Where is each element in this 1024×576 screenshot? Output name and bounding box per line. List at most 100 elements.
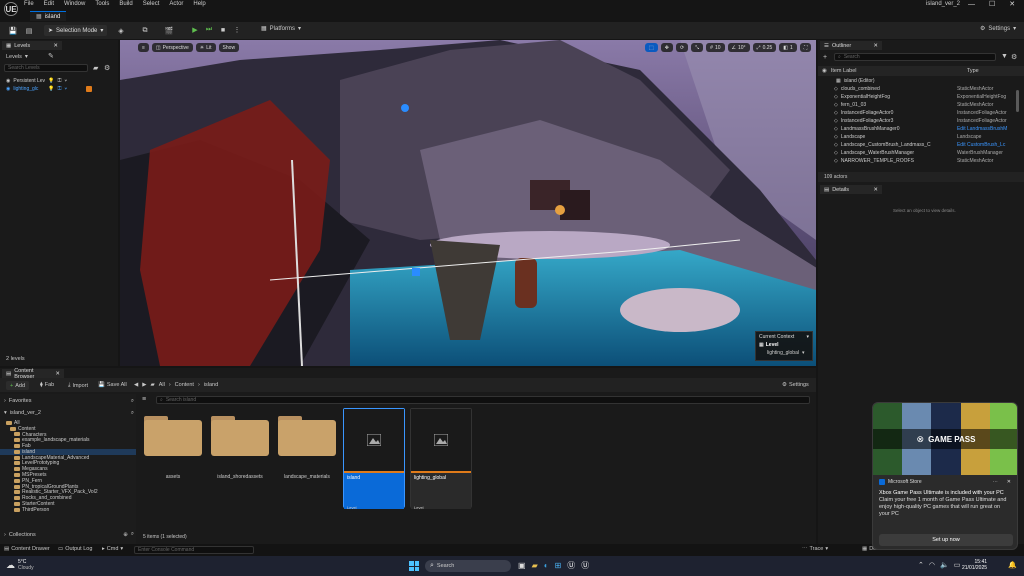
play-icon[interactable]: ▶ (190, 25, 200, 35)
minimize-icon[interactable]: — (968, 1, 975, 8)
outliner-row[interactable]: ◇ Landscape Landscape (818, 133, 1016, 141)
search-icon[interactable]: ⌕ (131, 398, 134, 405)
lock-icon[interactable]: ⚿ (58, 86, 62, 92)
menu-item-window[interactable]: Window (64, 1, 85, 7)
grid-snap-button[interactable]: #10 (706, 43, 725, 52)
taskbar-search[interactable]: ⌕ Search (425, 560, 511, 572)
breadcrumb-island[interactable]: island (204, 382, 218, 388)
scale-tool-icon[interactable]: ⤡ (691, 43, 704, 52)
outliner-row[interactable]: ◇ fern_01_03 StaticMeshActor (818, 101, 1016, 109)
menu-item-build[interactable]: Build (119, 1, 132, 7)
camera-speed-button[interactable]: ◧ 1 (779, 43, 797, 52)
console-input[interactable]: Enter Console Command (134, 546, 254, 554)
level-viewport[interactable] (120, 40, 816, 366)
stop-icon[interactable]: ■ (218, 25, 228, 35)
eye-icon[interactable]: ◉ (822, 68, 827, 74)
close-icon[interactable]: ✕ (55, 371, 60, 377)
rotation-snap-button[interactable]: ∠ 10° (727, 43, 750, 52)
brush-icon[interactable]: ✎ (48, 52, 54, 60)
outliner-row[interactable]: ◇ InstancedFoliageActor3 InstancedFoliageA… (818, 117, 1016, 125)
folder-icon[interactable]: ▰ (93, 64, 98, 72)
trace-button[interactable]: ⋯ Trace ▾ (802, 546, 828, 552)
outliner-scrollbar[interactable] (1016, 90, 1019, 112)
add-icon[interactable]: + (823, 54, 827, 61)
outliner-row[interactable]: ◇ NARROWER_TEMPLE_ROOFS StaticMeshActor (818, 157, 1016, 165)
notification-bell-icon[interactable]: 🔔 (1008, 561, 1017, 569)
item-label-column[interactable]: Item Label (831, 68, 967, 74)
chevron-up-icon[interactable]: ⌃ (918, 561, 924, 569)
eye-icon[interactable]: ◉ (6, 86, 10, 92)
unreal-logo-icon[interactable]: UE (4, 2, 18, 16)
task-view-icon[interactable]: ▣ (518, 561, 526, 570)
store-notification[interactable]: ⊗ GAME PASS Microsoft Store ⋯ ✕ Xbox Gam… (872, 402, 1018, 550)
asset-tile-assets[interactable]: assets (142, 408, 204, 508)
wifi-icon[interactable]: ◠ (929, 561, 935, 569)
menu-item-help[interactable]: Help (193, 1, 205, 7)
lightbulb-icon[interactable]: 💡 (48, 86, 54, 92)
store-icon[interactable]: ⊞ (555, 561, 562, 570)
search-icon[interactable]: ⌕ (131, 410, 134, 417)
settings-button[interactable]: ⚙ Settings ▾ (980, 25, 1016, 33)
unreal-taskbar-icon[interactable]: Ⓤ (567, 560, 575, 571)
save-all-button[interactable]: 💾 Save All (98, 382, 127, 388)
lock-icon[interactable]: ⚿ (58, 78, 62, 84)
favorites-section[interactable]: › Favorites ⌕ (4, 397, 134, 405)
outliner-item-type[interactable]: Edit CustomBrush_Lc (957, 142, 1016, 148)
outliner-row[interactable]: ◇ Landscape_CustomBrush_Landmass_C Edit Cu… (818, 141, 1016, 149)
menu-item-actor[interactable]: Actor (169, 1, 183, 7)
asset-tile-lighting-global[interactable]: lighting_global Level (410, 408, 472, 510)
tab-levels[interactable]: ▦ Levels ✕ (2, 41, 62, 50)
outliner-row[interactable]: ▦ island (Editor) (818, 77, 1016, 85)
gear-icon[interactable]: ⚙ (1011, 53, 1017, 61)
content-icon[interactable]: ▤ (24, 26, 34, 36)
levels-search-input[interactable]: Search Levels (4, 64, 88, 72)
type-column[interactable]: Type (967, 68, 979, 74)
forward-icon[interactable]: ▶ (142, 382, 146, 388)
tab-details[interactable]: ▤ Details ✕ (820, 185, 882, 194)
output-log-button[interactable]: ▭ Output Log (58, 546, 92, 552)
level-row-lighting[interactable]: ◉ lighting_glc 💡 ⚿ ⑂ (0, 84, 118, 93)
more-icon[interactable]: ⋯ (993, 479, 998, 485)
chevron-down-icon[interactable]: ▾ (806, 334, 809, 340)
level-tab[interactable]: ▦ island (30, 11, 67, 21)
hierarchy-icon[interactable]: ⑂ (64, 78, 67, 84)
menu-item-file[interactable]: File (24, 1, 34, 7)
viewport-menu-button[interactable]: ≡ (138, 43, 149, 52)
outliner-row[interactable]: ◇ InstancedFoliageActor0 InstancedFoliageA… (818, 109, 1016, 117)
asset-tile-landscape-materials[interactable]: landscape_materials (276, 408, 338, 508)
cb-settings-button[interactable]: ⚙ Settings (782, 382, 809, 388)
outliner-item-type[interactable]: Edit LandmassBrushM (957, 126, 1016, 132)
close-icon[interactable]: ✕ (873, 43, 878, 49)
gear-icon[interactable]: ⚙ (104, 64, 110, 72)
level-color-swatch[interactable] (86, 85, 93, 92)
levels-dropdown[interactable]: Levels ▾ (6, 53, 28, 61)
play-options-icon[interactable]: ⋮ (232, 25, 242, 35)
outliner-search-input[interactable]: ⌕ Search (834, 53, 996, 61)
breadcrumb-content[interactable]: Content (175, 382, 194, 388)
outliner-row[interactable]: ◇ Landscape_WaterBrushManager WaterBrushMa… (818, 149, 1016, 157)
close-icon[interactable]: ✕ (53, 43, 58, 49)
select-tool-icon[interactable]: ⬚ (645, 43, 658, 52)
context-level-dropdown[interactable]: lighting_global ▾ (759, 350, 809, 356)
fab-button[interactable]: ⧫ Fab (40, 382, 54, 388)
menu-item-tools[interactable]: Tools (95, 1, 109, 7)
tree-folder-thirdperson[interactable]: ThirdPerson (0, 507, 136, 513)
add-button[interactable]: + Add (6, 381, 30, 390)
project-section[interactable]: ▾ island_ver_2 ⌕ (4, 409, 134, 417)
perspective-button[interactable]: ◫ Perspective (151, 43, 193, 52)
filter-icon[interactable]: ▼ (1001, 53, 1008, 60)
cmd-dropdown[interactable]: ▸ Cmd ▾ (102, 546, 123, 552)
breadcrumb-all[interactable]: All (159, 382, 165, 388)
battery-icon[interactable]: ▭ (954, 561, 961, 569)
selection-mode-dropdown[interactable]: ➤ Selection Mode ▾ (44, 25, 108, 36)
maximize-icon[interactable]: ☐ (989, 0, 995, 8)
unreal-editor-taskbar-icon[interactable]: Ⓤ (581, 560, 589, 571)
cinematics-icon[interactable]: 🎬 (164, 26, 174, 36)
translate-tool-icon[interactable]: ✥ (660, 43, 673, 52)
quick-add-icon[interactable]: ◈ (116, 26, 126, 36)
scale-snap-button[interactable]: ⤢ 0.25 (752, 43, 777, 52)
hierarchy-icon[interactable]: ⑂ (64, 86, 67, 92)
clock[interactable]: 15:41 21/01/2025 (962, 559, 987, 571)
filter-icon[interactable]: ≡ (142, 396, 146, 403)
folder-icon[interactable]: ▰ (150, 382, 154, 388)
